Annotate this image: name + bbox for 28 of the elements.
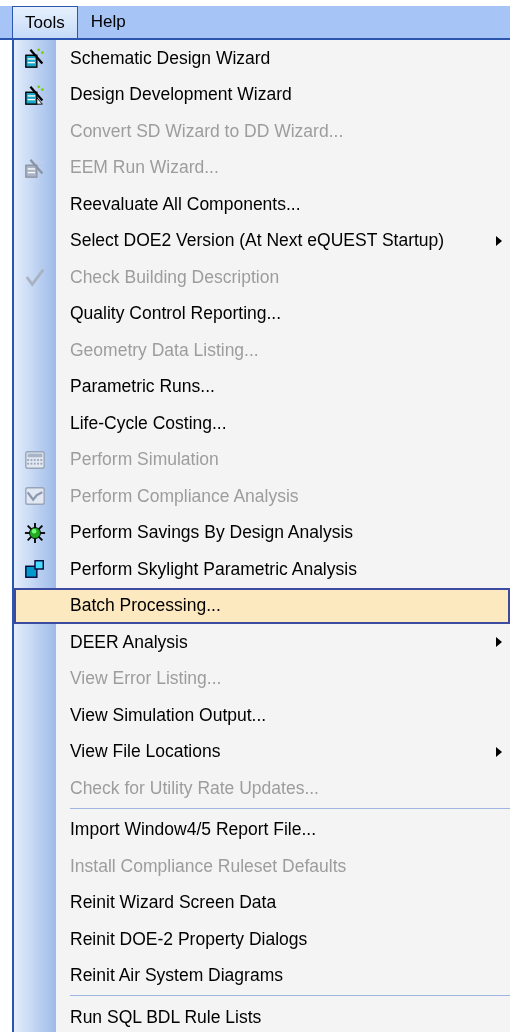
wand-box-icon: [24, 156, 46, 179]
menu-tab[interactable]: Tools: [12, 6, 78, 38]
menu-item[interactable]: Perform Savings By Design Analysis: [14, 514, 510, 551]
menu-item[interactable]: Perform Skylight Parametric Analysis: [14, 551, 510, 588]
menu-item[interactable]: Reinit DOE-2 Property Dialogs: [14, 921, 510, 958]
menu-item[interactable]: Run SQL BDL Rule Lists: [14, 999, 510, 1032]
squares-icon: [24, 558, 46, 581]
menu-item[interactable]: Reinit Wizard Screen Data: [14, 884, 510, 921]
menu-item[interactable]: Reinit Air System Diagrams: [14, 957, 510, 994]
menu-item[interactable]: Design Development Wizard: [14, 76, 510, 113]
menu-item[interactable]: Schematic Design Wizard: [14, 40, 510, 77]
menu-item[interactable]: Select DOE2 Version (At Next eQUEST Startup): [14, 222, 510, 259]
sun-icon: [24, 521, 46, 544]
menu-item[interactable]: Quality Control Reporting...: [14, 295, 510, 332]
menu-item[interactable]: Reevaluate All Components...: [14, 186, 510, 223]
menu-item[interactable]: Import Window4/5 Report File...: [14, 811, 510, 848]
check-icon: [24, 266, 46, 289]
menu-item[interactable]: Batch Processing...: [14, 587, 510, 624]
keypad-icon: [24, 448, 46, 471]
wand-document-icon: [24, 83, 46, 106]
menu-item[interactable]: View File Locations: [14, 733, 510, 770]
menu-item[interactable]: View Simulation Output...: [14, 697, 510, 734]
menu-item[interactable]: Life-Cycle Costing...: [14, 405, 510, 442]
menu-tab[interactable]: Help: [77, 6, 139, 38]
chart-icon: [24, 485, 46, 508]
menu-item[interactable]: Parametric Runs...: [14, 368, 510, 405]
menu-item[interactable]: DEER Analysis: [14, 624, 510, 661]
wand-box-icon: [24, 47, 46, 70]
